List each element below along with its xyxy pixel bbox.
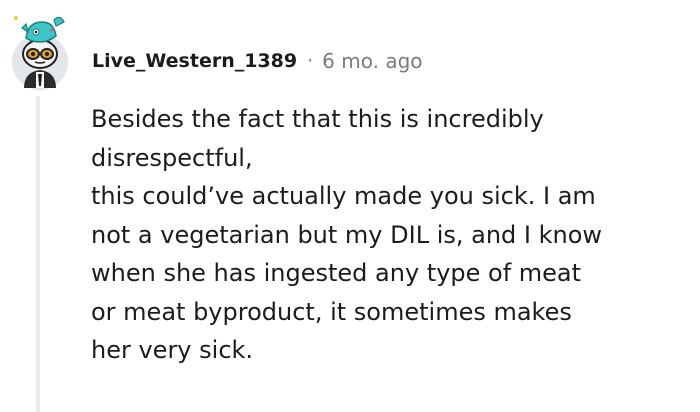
comment-body: Besides the fact that this is incredibly… <box>91 100 691 370</box>
comment-body-line: not a vegetarian but my DIL is, and I kn… <box>91 220 603 249</box>
comment-body-line: Besides the fact that this is incredibly <box>91 105 544 133</box>
comment-body-line: disrespectful, <box>91 143 253 172</box>
meta-separator: · <box>307 50 314 72</box>
comment: Live_Western_1389 · 6 mo. ago Besides th… <box>0 0 700 412</box>
snoo-avatar-icon <box>12 16 68 90</box>
thread-collapse-line[interactable] <box>36 96 40 412</box>
comment-body-line: her very sick. <box>91 336 254 364</box>
author-username[interactable]: Live_Western_1389 <box>92 50 297 72</box>
comment-body-line: this could’ve actually made you sick. I … <box>91 182 596 210</box>
comment-timestamp[interactable]: 6 mo. ago <box>322 49 422 73</box>
comment-body-line: when she has ingested any type of meat <box>91 259 582 287</box>
user-avatar[interactable] <box>8 8 72 92</box>
comment-meta: Live_Western_1389 · 6 mo. ago <box>92 44 423 78</box>
comment-body-line: or meat byproduct, it sometimes makes <box>91 297 572 326</box>
